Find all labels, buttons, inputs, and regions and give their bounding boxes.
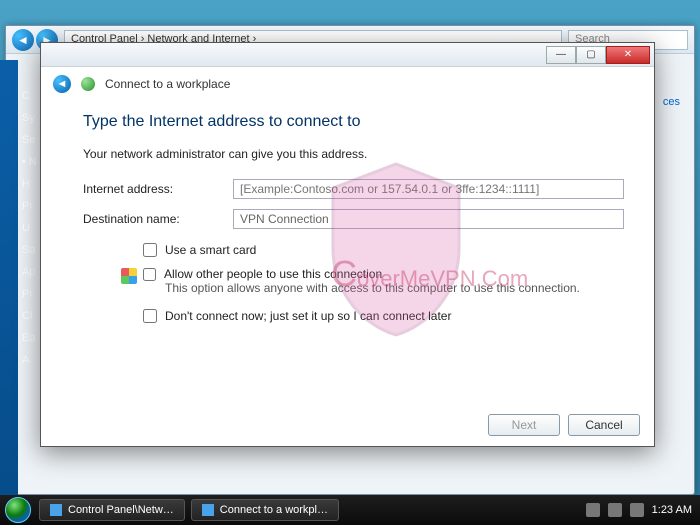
window-icon [50, 504, 62, 516]
internet-address-input[interactable] [233, 179, 624, 199]
page-headline: Type the Internet address to connect to [83, 113, 624, 131]
start-button[interactable] [0, 495, 36, 525]
tray-icon[interactable] [586, 503, 600, 517]
internet-address-label: Internet address: [83, 182, 233, 196]
destination-name-label: Destination name: [83, 212, 233, 226]
window-icon [202, 504, 214, 516]
wizard-back-icon[interactable]: ◄ [53, 75, 71, 93]
shield-icon [121, 268, 137, 284]
allow-others-label: Allow other people to use this connectio… [164, 267, 382, 281]
taskbar-item-control-panel[interactable]: Control Panel\Netw… [39, 499, 185, 521]
globe-icon [81, 77, 95, 91]
cancel-button[interactable]: Cancel [568, 414, 640, 436]
connect-later-checkbox[interactable] [143, 309, 157, 323]
taskbar-item-connect[interactable]: Connect to a workpl… [191, 499, 339, 521]
smartcard-checkbox[interactable] [143, 243, 157, 257]
maximize-button[interactable]: ▢ [576, 46, 606, 64]
back-button[interactable]: ◄ [12, 29, 34, 51]
taskbar: Control Panel\Netw… Connect to a workpl…… [0, 495, 700, 525]
dialog-titlebar: — ▢ ✕ [41, 43, 654, 67]
wizard-dialog: — ▢ ✕ ◄ Connect to a workplace Type the … [40, 42, 655, 447]
close-button[interactable]: ✕ [606, 46, 650, 64]
allow-others-subtext: This option allows anyone with access to… [165, 281, 580, 295]
smartcard-label: Use a smart card [165, 243, 256, 257]
next-button[interactable]: Next [488, 414, 560, 436]
system-tray: 1:23 AM [578, 503, 700, 517]
dialog-title: Connect to a workplace [105, 77, 230, 91]
admin-note: Your network administrator can give you … [83, 147, 624, 161]
destination-name-input[interactable] [233, 209, 624, 229]
minimize-button[interactable]: — [546, 46, 576, 64]
clock[interactable]: 1:23 AM [652, 504, 692, 516]
volume-icon[interactable] [630, 503, 644, 517]
dialog-header: ◄ Connect to a workplace [41, 67, 654, 101]
connect-later-label: Don't connect now; just set it up so I c… [165, 309, 451, 323]
link-ces[interactable]: ces [663, 96, 680, 108]
tray-icon[interactable] [608, 503, 622, 517]
sidebar-strip [0, 60, 18, 525]
sidebar-items: CSySe • N HPrU SaApPr ClEaA [22, 85, 37, 371]
allow-others-checkbox[interactable] [143, 268, 156, 281]
